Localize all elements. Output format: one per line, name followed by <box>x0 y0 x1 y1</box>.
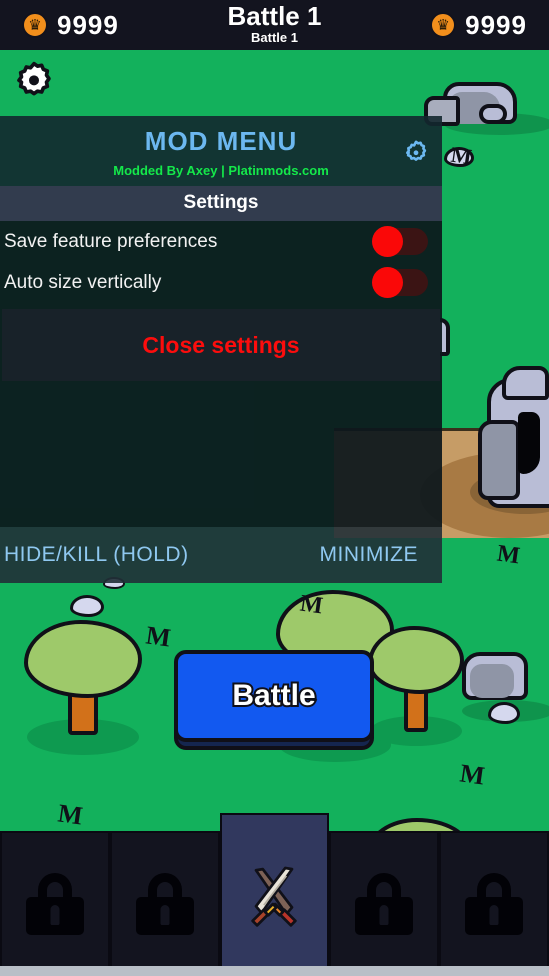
crown-coin-icon: ♛ <box>22 12 48 38</box>
tree-right <box>368 626 464 746</box>
nav-tab-locked-3[interactable] <box>329 831 440 976</box>
sparkle-icon: M <box>449 141 474 170</box>
currency-left-value: 9999 <box>56 9 119 41</box>
rock-small-right <box>479 104 507 124</box>
currency-right[interactable]: ♛ 9999 <box>430 9 527 41</box>
toggle-knob <box>372 267 403 298</box>
page-subtitle: Battle 1 <box>250 29 299 46</box>
minimize-button[interactable]: MINIMIZE <box>320 543 419 567</box>
pebble-lower-right <box>488 702 520 724</box>
cave-rock-top <box>502 366 549 400</box>
setting-label: Auto size vertically <box>4 271 162 293</box>
mod-menu-header: MOD MENU Modded By Axey | Platinmods.com <box>0 116 442 186</box>
mod-menu-footer: HIDE/KILL (HOLD) MINIMIZE <box>0 527 442 583</box>
lock-icon <box>135 872 194 935</box>
toggle-knob <box>372 226 403 257</box>
setting-row-save-preferences[interactable]: Save feature preferences <box>0 221 442 262</box>
close-settings-button[interactable]: Close settings <box>2 309 440 381</box>
pebble-left <box>70 595 104 617</box>
sparkle-icon: M <box>144 620 173 653</box>
gear-icon <box>406 140 427 161</box>
sparkle-icon: M <box>56 798 85 831</box>
battle-button-face: Battle <box>174 650 374 742</box>
cave-rock-left <box>478 420 520 500</box>
lock-icon <box>465 872 524 935</box>
rock-lower-shade <box>470 664 514 698</box>
app-screen: M M M M M M Battle ♛ 9999 Battle 1 Battl… <box>0 0 549 976</box>
setting-label: Save feature preferences <box>4 230 218 252</box>
mod-menu-title: MOD MENU <box>144 126 298 156</box>
mod-menu-settings-button[interactable] <box>402 138 430 166</box>
home-indicator <box>0 966 549 976</box>
currency-right-value: 9999 <box>464 9 527 41</box>
nav-tab-locked-1[interactable] <box>0 831 110 976</box>
lock-icon <box>25 872 84 935</box>
cave-opening <box>518 412 540 474</box>
battle-button[interactable]: Battle <box>174 650 374 750</box>
tree-left <box>20 620 145 755</box>
crossed-swords-icon <box>251 866 298 927</box>
game-top-bar: ♛ 9999 Battle 1 Battle 1 ♛ 9999 <box>0 0 549 50</box>
bottom-navigation <box>0 813 549 976</box>
lock-icon <box>355 872 414 935</box>
toggle-save-preferences[interactable] <box>372 226 428 257</box>
sparkle-icon: M <box>298 590 325 620</box>
setting-row-auto-size[interactable]: Auto size vertically <box>0 262 442 303</box>
mod-menu-body: Save feature preferences Auto size verti… <box>0 221 442 527</box>
level-title-block: Battle 1 Battle 1 <box>226 1 323 46</box>
settings-section-header: Settings <box>0 186 442 221</box>
currency-left[interactable]: ♛ 9999 <box>22 9 119 41</box>
close-settings-label: Close settings <box>142 331 300 358</box>
sparkle-icon: M <box>458 758 487 791</box>
toggle-auto-size[interactable] <box>372 267 428 298</box>
mod-menu-credit: Modded By Axey | Platinmods.com <box>113 163 329 178</box>
mod-menu-panel: MOD MENU Modded By Axey | Platinmods.com… <box>0 116 442 583</box>
nav-tab-battle[interactable] <box>219 813 330 976</box>
battle-button-label: Battle <box>230 677 317 714</box>
nav-tab-locked-2[interactable] <box>109 831 220 976</box>
gear-icon <box>17 61 51 96</box>
page-title: Battle 1 <box>226 1 323 32</box>
game-settings-button[interactable] <box>14 60 54 100</box>
nav-tab-locked-4[interactable] <box>439 831 549 976</box>
hide-kill-button[interactable]: HIDE/KILL (HOLD) <box>4 543 189 567</box>
crown-coin-icon: ♛ <box>430 12 457 38</box>
sparkle-icon: M <box>495 540 522 570</box>
